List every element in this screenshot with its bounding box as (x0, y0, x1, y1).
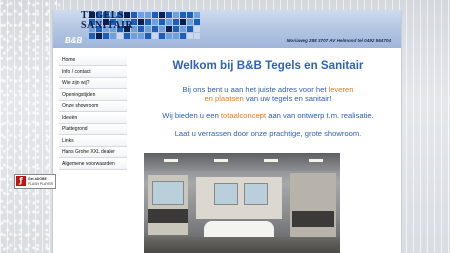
nav-item-hans-grohe[interactable]: Hans Grohe XXL dealer (59, 147, 127, 158)
nav-item-plattegrond[interactable]: Plattegrond (59, 124, 127, 135)
logo-tile (194, 33, 200, 39)
photo-ceiling-light (264, 159, 278, 162)
nav-item-ideeen[interactable]: Ideeën (59, 112, 127, 124)
logo-tile (159, 19, 165, 25)
logo-tile (173, 33, 179, 39)
nav-item-openingstijden[interactable]: Openingstijden (59, 89, 127, 101)
logo-tile (103, 33, 109, 39)
nav-item-info-contact[interactable]: Info / contact (59, 66, 127, 78)
concept-text-b: aan van ontwerp t.m. realisatie. (268, 111, 374, 120)
nav-item-voorwaarden[interactable]: Algemene voorwaarden (59, 158, 127, 170)
logo-tile (138, 12, 144, 18)
logo-tile (166, 19, 172, 25)
intro-text-a: Bij ons bent u aan het juiste adres voor… (182, 85, 327, 94)
logo-tile (180, 12, 186, 18)
logo-tile (180, 33, 186, 39)
nav-item-home[interactable]: Home (59, 55, 127, 66)
logo-tile (152, 19, 158, 25)
logo-tile (187, 33, 193, 39)
intro-paragraph: Bij ons bent u aan het juiste adres voor… (143, 85, 393, 103)
logo-tile (159, 26, 165, 32)
logo-tile (194, 19, 200, 25)
intro-highlight-plaatsen: en plaatsen (204, 94, 244, 103)
concept-highlight: totaalconcept (220, 111, 267, 120)
logo-tile (166, 12, 172, 18)
logo-tile (89, 33, 95, 39)
logo-tile (152, 33, 158, 39)
logo-tile (96, 33, 102, 39)
logo-tile (166, 26, 172, 32)
concept-paragraph: Wij bieden u een totaalconcept aan van o… (143, 111, 393, 120)
main-content: Welkom bij B&B Tegels en Sanitair Bij on… (143, 55, 393, 138)
intro-text-b: van uw tegels en sanitair! (245, 94, 332, 103)
logo-tile (152, 26, 158, 32)
photo-wall-panel (196, 177, 282, 219)
logo-tile (180, 19, 186, 25)
concept-text-a: Wij bieden u een (162, 111, 219, 120)
photo-ceiling (144, 153, 340, 171)
logo-tile (138, 19, 144, 25)
logo-tile (117, 33, 123, 39)
logo-tile (138, 33, 144, 39)
nav-item-wie-zijn-wij[interactable]: Wie zijn wij? (59, 78, 127, 89)
photo-mirror (244, 183, 268, 205)
logo-tile (166, 33, 172, 39)
flash-badge-line2: FLASH PLAYER (28, 182, 53, 186)
photo-ceiling-light (214, 159, 228, 162)
site-logo[interactable]: TEGELS SANITAIR (81, 11, 133, 31)
logo-tile (110, 33, 116, 39)
logo-tile (173, 12, 179, 18)
logo-tile (187, 19, 193, 25)
photo-vanity (292, 211, 334, 227)
photo-mirror (152, 181, 184, 205)
sidebar-nav: Home Info / contact Wie zijn wij? Openin… (59, 55, 127, 170)
logo-tile (159, 33, 165, 39)
flash-badge-line1: Get ADOBE (28, 177, 47, 181)
logo-tile (194, 12, 200, 18)
logo-tile (187, 12, 193, 18)
page-title: Welkom bij B&B Tegels en Sanitair (172, 59, 364, 72)
photo-vanity (148, 209, 188, 223)
logo-tile (131, 33, 137, 39)
photo-ceiling-light (164, 159, 178, 162)
photo-mirror (214, 183, 238, 205)
invite-paragraph: Laat u verrassen door onze prachtige, gr… (174, 129, 362, 138)
logo-tile (145, 26, 151, 32)
logo-tile (145, 12, 151, 18)
photo-ceiling-light (309, 159, 323, 162)
logo-tile (145, 19, 151, 25)
nav-item-links[interactable]: Links (59, 135, 127, 147)
photo-floor (144, 237, 340, 253)
site-header: TEGELS SANITAIR B&B Moriaweg 288 3707 AV… (53, 10, 401, 48)
flash-player-icon: ƒ (16, 176, 26, 186)
logo-tile (124, 33, 130, 39)
logo-text-sanitair: SANITAIR (81, 20, 134, 31)
logo-tile (194, 26, 200, 32)
logo-tile (138, 26, 144, 32)
flash-player-badge[interactable]: ƒ Get ADOBE FLASH PLAYER (14, 174, 56, 189)
header-address: Moriaweg 288 3707 AV Helmond tel 0492 56… (286, 38, 391, 43)
logo-tile (159, 12, 165, 18)
intro-highlight-leveren: leveren (328, 85, 354, 94)
logo-tile (187, 26, 193, 32)
showroom-photo (144, 153, 340, 253)
logo-mark: B&B (65, 36, 83, 45)
logo-tile (173, 19, 179, 25)
water-drops-decoration (0, 0, 60, 253)
logo-tile (180, 26, 186, 32)
logo-tile (173, 26, 179, 32)
logo-tile (152, 12, 158, 18)
nav-item-showroom[interactable]: Onze showroom (59, 101, 127, 112)
photo-wall-panel (290, 173, 336, 237)
logo-tile (145, 33, 151, 39)
